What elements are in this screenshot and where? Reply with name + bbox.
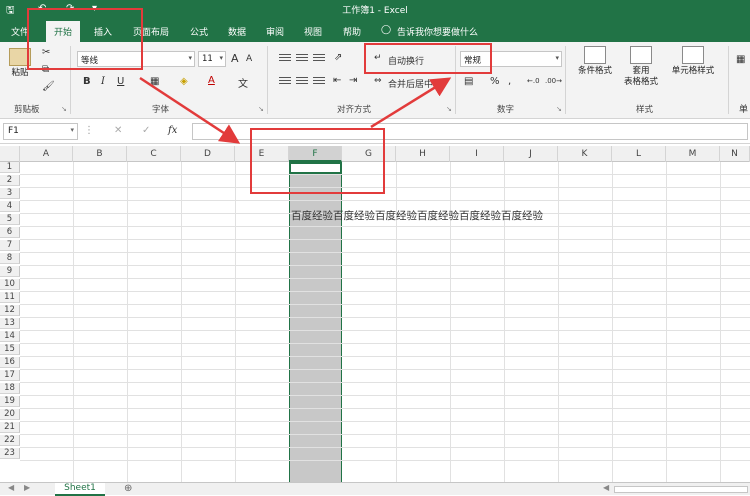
- annotation-arrows: [139, 76, 452, 144]
- arrow-to-column: [139, 76, 241, 144]
- arrow-to-wrap-text: [370, 77, 452, 129]
